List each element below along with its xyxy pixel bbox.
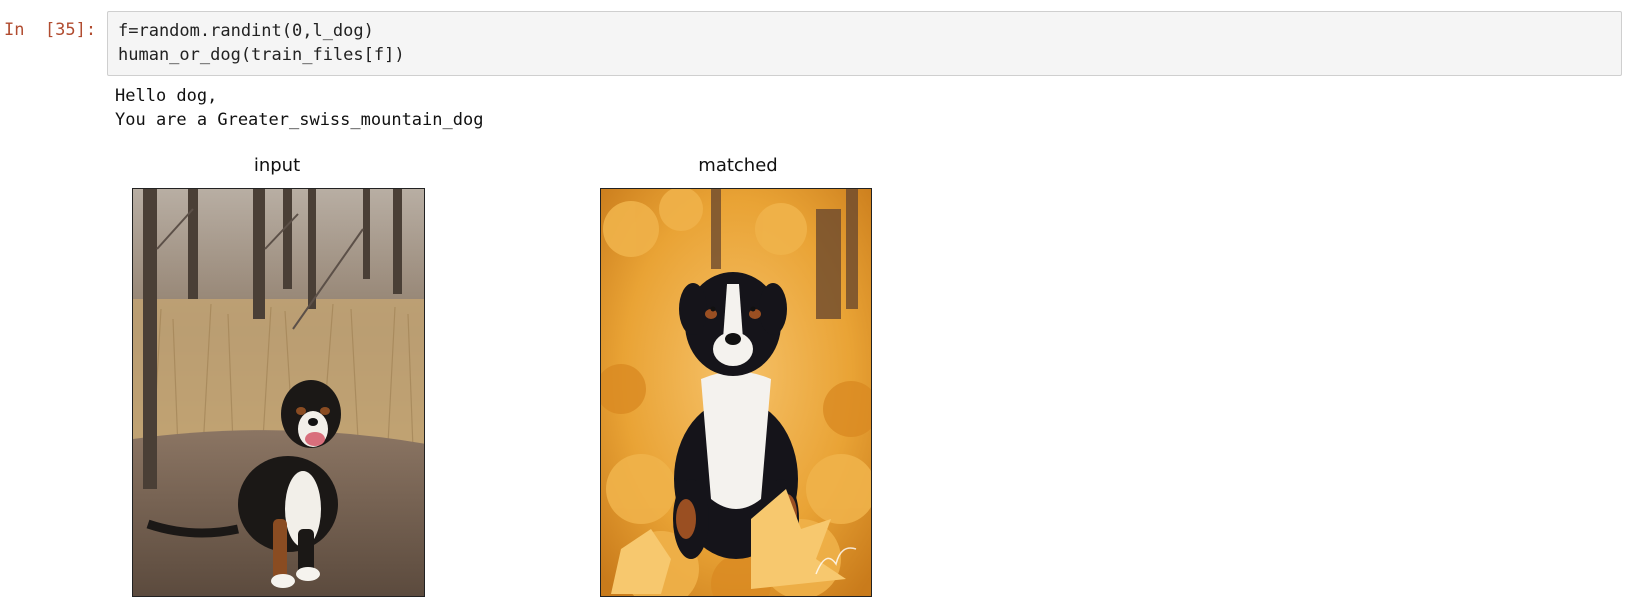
output-line: You are a Greater_swiss_mountain_dog	[115, 110, 484, 130]
code-editor[interactable]: f=random.randint(0,l_dog) human_or_dog(t…	[107, 11, 1622, 76]
input-prompt: In [35]:	[4, 20, 97, 40]
figure-title-input: input	[253, 155, 301, 176]
notebook-cell: In [35]: f=random.randint(0,l_dog) human…	[0, 0, 1632, 613]
output-line: Hello dog,	[115, 86, 218, 106]
code-line[interactable]: f=random.randint(0,l_dog)	[118, 21, 374, 41]
input-dog-image	[132, 188, 425, 597]
figure-title-matched: matched	[698, 155, 778, 176]
code-line[interactable]: human_or_dog(train_files[f])	[118, 45, 405, 65]
matched-dog-image	[600, 188, 872, 597]
